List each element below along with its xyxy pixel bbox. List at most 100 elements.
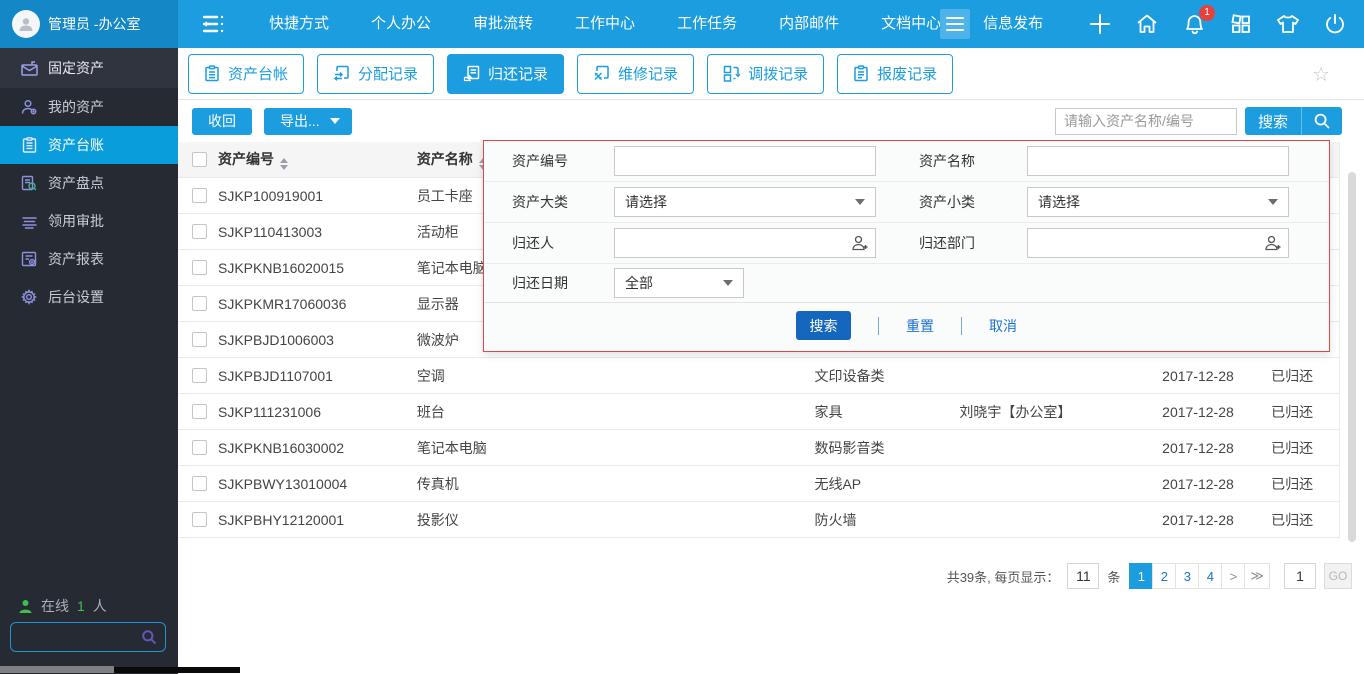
sidebar-item-asset-reports[interactable]: 资产报表 bbox=[0, 240, 178, 278]
clipboard-lines-icon bbox=[853, 65, 869, 82]
clipboard-icon bbox=[20, 137, 38, 153]
tab-allocation-records[interactable]: 分配记录 bbox=[317, 54, 434, 94]
collapse-menu-icon[interactable] bbox=[196, 0, 230, 48]
tab-label: 资产台帐 bbox=[228, 63, 288, 84]
tab-transfer-records[interactable]: 调拨记录 bbox=[707, 54, 824, 94]
asset-name-input[interactable] bbox=[1027, 146, 1289, 176]
return-date-label: 归还日期 bbox=[512, 273, 614, 293]
user-profile[interactable]: 管理员 -办公室 bbox=[0, 0, 178, 48]
sidebar-item-backend-settings[interactable]: 后台设置 bbox=[0, 278, 178, 316]
filter-row: 归还人 归还部门 bbox=[484, 223, 1329, 264]
export-button[interactable]: 导出... bbox=[264, 108, 352, 135]
notifications-bell-icon[interactable]: 1 bbox=[1181, 11, 1207, 37]
tab-label: 维修记录 bbox=[618, 63, 678, 84]
filter-actions: 搜索 重置 取消 bbox=[484, 302, 1329, 348]
apps-grid-icon[interactable] bbox=[1228, 11, 1254, 37]
add-icon[interactable] bbox=[1087, 11, 1113, 37]
advanced-search-panel: 资产编号 资产名称 资产大类 请选择 资产小类 请选择 归还人 归还部门 bbox=[483, 140, 1330, 352]
asset-major-select[interactable]: 请选择 bbox=[614, 187, 876, 217]
online-person-icon bbox=[18, 599, 33, 614]
sort-icon[interactable] bbox=[280, 158, 288, 170]
return-date-select[interactable]: 全部 bbox=[614, 268, 744, 298]
topbar-icon-group: 1 bbox=[1087, 0, 1348, 48]
sidebar-item-fixed-assets[interactable]: 固定资产 bbox=[0, 48, 178, 88]
page-4-button[interactable]: 4 bbox=[1198, 563, 1222, 589]
sidebar-item-asset-ledger[interactable]: 资产台账 bbox=[0, 126, 178, 164]
cell-category: 无线AP bbox=[814, 474, 959, 494]
row-checkbox[interactable] bbox=[192, 368, 207, 383]
logout-power-icon[interactable] bbox=[1322, 11, 1348, 37]
cell-category: 数码影音类 bbox=[814, 438, 959, 458]
header-asset-name[interactable]: 资产名称 bbox=[417, 151, 473, 167]
search-icon[interactable] bbox=[1302, 112, 1342, 130]
tab-repair-records[interactable]: 维修记录 bbox=[577, 54, 694, 94]
asset-minor-select[interactable]: 请选择 bbox=[1027, 187, 1289, 217]
sidebar-search-icon[interactable] bbox=[141, 629, 157, 645]
row-checkbox[interactable] bbox=[192, 476, 207, 491]
asset-code-input[interactable] bbox=[614, 146, 876, 176]
cell-date: 2017-12-28 bbox=[1162, 368, 1271, 384]
tab-return-records[interactable]: 归还记录 bbox=[447, 54, 564, 94]
quick-search: 搜索 bbox=[1055, 107, 1342, 135]
row-checkbox[interactable] bbox=[192, 440, 207, 455]
returner-input[interactable] bbox=[614, 228, 876, 258]
nav-item-internal-mail[interactable]: 内部邮件 bbox=[758, 0, 860, 48]
chevron-down-icon bbox=[330, 118, 340, 124]
return-dept-input[interactable] bbox=[1027, 228, 1289, 258]
row-checkbox[interactable] bbox=[192, 224, 207, 239]
document-search-icon bbox=[20, 175, 38, 191]
quick-search-input[interactable] bbox=[1055, 108, 1237, 135]
sidebar-item-label: 固定资产 bbox=[48, 58, 104, 78]
person-add-icon[interactable] bbox=[851, 234, 869, 252]
nav-item-shortcuts[interactable]: 快捷方式 bbox=[248, 0, 350, 48]
page-size-input[interactable] bbox=[1067, 563, 1099, 589]
cell-date: 2017-12-28 bbox=[1162, 440, 1271, 456]
tab-asset-ledger[interactable]: 资产台帐 bbox=[188, 54, 304, 94]
filter-search-button[interactable]: 搜索 bbox=[796, 311, 851, 340]
goto-page-input[interactable] bbox=[1284, 563, 1316, 589]
record-tabs: 资产台帐 分配记录 归还记录 维修记录 调拨记录 报废记录 ☆ bbox=[178, 48, 1364, 100]
go-button[interactable]: GO bbox=[1324, 563, 1352, 589]
theme-shirt-icon[interactable] bbox=[1275, 11, 1301, 37]
recall-button[interactable]: 收回 bbox=[192, 108, 252, 135]
nav-item-personal-office[interactable]: 个人办公 bbox=[350, 0, 452, 48]
cell-asset-name: 笔记本电脑 bbox=[417, 438, 815, 458]
row-checkbox[interactable] bbox=[192, 260, 207, 275]
page-3-button[interactable]: 3 bbox=[1175, 563, 1199, 589]
nav-item-work-center[interactable]: 工作中心 bbox=[554, 0, 656, 48]
row-checkbox[interactable] bbox=[192, 296, 207, 311]
row-checkbox[interactable] bbox=[192, 332, 207, 347]
select-all-checkbox[interactable] bbox=[192, 152, 207, 167]
sidebar-item-requisition-approval[interactable]: 领用审批 bbox=[0, 202, 178, 240]
next-page-button[interactable]: > bbox=[1221, 563, 1245, 589]
online-label: 在线 bbox=[41, 596, 69, 616]
layers-icon bbox=[20, 214, 38, 229]
filter-reset-button[interactable]: 重置 bbox=[906, 316, 934, 336]
sidebar-item-my-assets[interactable]: 我的资产 bbox=[0, 88, 178, 126]
document-swap-icon bbox=[333, 65, 350, 82]
nav-item-work-tasks[interactable]: 工作任务 bbox=[656, 0, 758, 48]
home-icon[interactable] bbox=[1134, 11, 1160, 37]
sidebar-search-input[interactable] bbox=[11, 630, 141, 645]
vertical-scrollbar[interactable] bbox=[1348, 172, 1356, 542]
filter-cancel-button[interactable]: 取消 bbox=[989, 316, 1017, 336]
row-checkbox[interactable] bbox=[192, 512, 207, 527]
chevron-down-icon bbox=[723, 280, 733, 286]
cell-date: 2017-12-28 bbox=[1162, 476, 1271, 492]
cell-asset-code: SJKPKNB16030002 bbox=[218, 440, 417, 456]
sidebar-item-asset-inventory[interactable]: 资产盘点 bbox=[0, 164, 178, 202]
favorite-star-icon[interactable]: ☆ bbox=[1312, 62, 1330, 87]
person-add-icon[interactable] bbox=[1264, 234, 1282, 252]
tab-scrap-records[interactable]: 报废记录 bbox=[837, 54, 953, 94]
more-menu-icon[interactable] bbox=[940, 9, 970, 39]
page-1-button[interactable]: 1 bbox=[1129, 563, 1153, 589]
search-button[interactable]: 搜索 bbox=[1245, 107, 1342, 135]
row-checkbox[interactable] bbox=[192, 404, 207, 419]
nav-item-info-publish[interactable]: 信息发布 bbox=[962, 0, 1064, 48]
cell-status: 已归还 bbox=[1271, 366, 1339, 386]
row-checkbox[interactable] bbox=[192, 188, 207, 203]
header-asset-code[interactable]: 资产编号 bbox=[218, 151, 274, 167]
page-2-button[interactable]: 2 bbox=[1152, 563, 1176, 589]
nav-item-approval-flow[interactable]: 审批流转 bbox=[452, 0, 554, 48]
last-page-button[interactable]: ≫ bbox=[1244, 563, 1270, 589]
